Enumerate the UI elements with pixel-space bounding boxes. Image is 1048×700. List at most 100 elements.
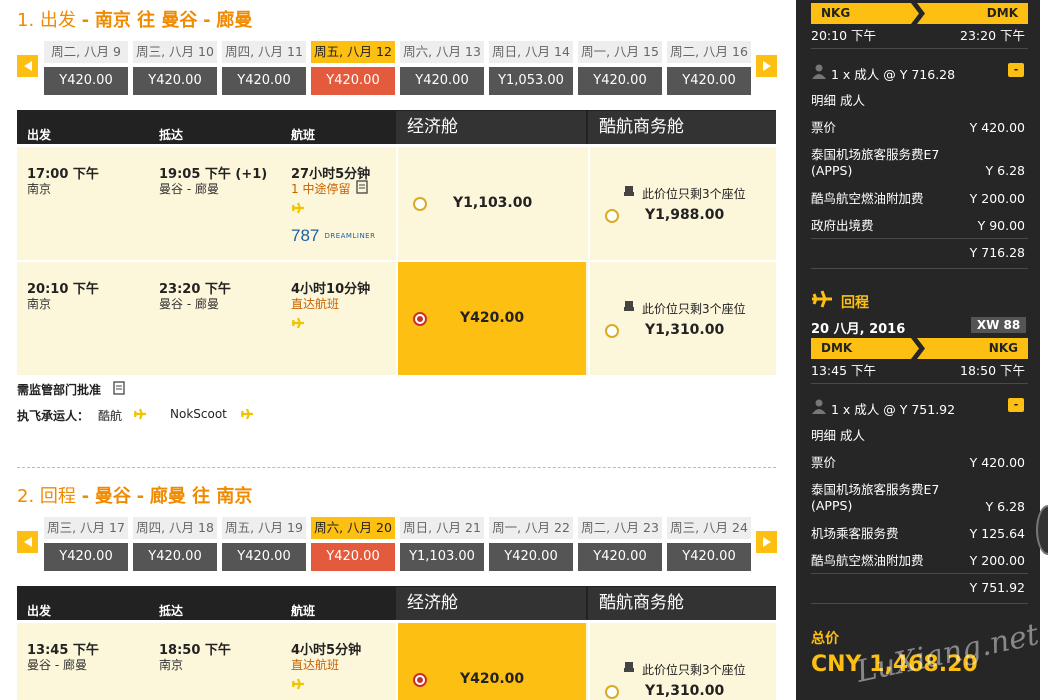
destination-code: NKG xyxy=(988,341,1018,355)
next-dates-button[interactable] xyxy=(756,531,777,553)
seat-icon xyxy=(624,186,634,196)
date-label: 周一, 八月 22 xyxy=(489,517,573,539)
seats-left-note: 此价位只剩3个座位 xyxy=(642,663,746,677)
col-depart: 出发 xyxy=(27,128,52,142)
economy-fare-option[interactable]: Y420.00 xyxy=(396,262,586,375)
departure-time: 13:45 下午 xyxy=(811,363,876,378)
col-arrive: 抵达 xyxy=(159,128,184,142)
date-price: Y420.00 xyxy=(133,543,217,571)
section-divider xyxy=(17,467,776,468)
date-option[interactable]: 周三, 八月 10 Y420.00 xyxy=(133,41,217,95)
economy-fare-option[interactable]: Y420.00 xyxy=(396,623,586,700)
economy-price: Y1,103.00 xyxy=(453,195,533,211)
plane-icon xyxy=(133,408,146,420)
divider xyxy=(811,48,1028,49)
passenger-summary: 1 x 成人 @ Y 751.92 xyxy=(831,402,956,417)
date-option-selected[interactable]: 周五, 八月 12 Y420.00 xyxy=(311,41,395,95)
business-fare-option[interactable]: 此价位只剩3个座位 Y1,310.00 xyxy=(588,262,776,375)
return-date-strip: 周三, 八月 17 Y420.00 周四, 八月 18 Y420.00 周五, 八月 1… xyxy=(44,517,751,571)
prev-dates-button[interactable] xyxy=(17,531,38,553)
business-price: Y1,310.00 xyxy=(645,322,725,338)
business-fare-option[interactable]: 此价位只剩3个座位 Y1,988.00 xyxy=(588,147,776,260)
date-option[interactable]: 周一, 八月 15 Y420.00 xyxy=(578,41,662,95)
subtotal: Y 751.92 xyxy=(969,580,1025,595)
carrier-nokscoot: NokScoot xyxy=(170,407,227,421)
plane-icon xyxy=(240,408,253,420)
return-title: 2. 回程 - 曼谷 - 廊曼 往 南京 xyxy=(17,486,253,507)
direct-flight-label: 直达航班 xyxy=(291,297,340,311)
divider xyxy=(811,383,1028,384)
destination-code: DMK xyxy=(986,6,1018,20)
date-price: Y420.00 xyxy=(578,543,662,571)
total-price: CNY 1,468.20 xyxy=(811,652,978,677)
business-radio[interactable] xyxy=(605,324,619,338)
collapse-toggle[interactable]: - xyxy=(1008,398,1024,412)
chevron-right-icon xyxy=(762,537,771,547)
date-option[interactable]: 周四, 八月 18 Y420.00 xyxy=(133,517,217,571)
dreamliner-logo: 787 DREAMLINER xyxy=(291,226,376,245)
fee-value: Y 6.28 xyxy=(985,499,1025,514)
date-option-selected[interactable]: 周六, 八月 20 Y420.00 xyxy=(311,517,395,571)
stops-link[interactable]: 1 中途停留 xyxy=(291,180,350,197)
business-fare-option[interactable]: 此价位只剩3个座位 Y1,310.00 xyxy=(588,623,776,700)
fee-value: Y 420.00 xyxy=(969,120,1025,135)
arrival-city: 曼谷 - 廊曼 xyxy=(159,182,219,196)
flight-row: 20:10 下午 南京 23:20 下午 曼谷 - 廊曼 4小时10分钟 直达航… xyxy=(17,262,776,375)
business-price: Y1,310.00 xyxy=(645,683,725,699)
date-option[interactable]: 周五, 八月 19 Y420.00 xyxy=(222,517,306,571)
date-label: 周三, 八月 10 xyxy=(133,41,217,63)
flight-row: 13:45 下午 曼谷 - 廊曼 18:50 下午 南京 4小时5分钟 直达航班… xyxy=(17,623,776,700)
approval-note: 需监管部门批准 xyxy=(17,383,102,397)
date-option[interactable]: 周六, 八月 13 Y420.00 xyxy=(400,41,484,95)
date-price: Y420.00 xyxy=(311,67,395,95)
seat-icon xyxy=(624,662,634,672)
economy-radio-selected[interactable] xyxy=(413,673,427,687)
date-option[interactable]: 周三, 八月 17 Y420.00 xyxy=(44,517,128,571)
detail-label: 明细 成人 xyxy=(811,428,865,443)
fee-value: Y 200.00 xyxy=(969,191,1025,206)
outbound-date-strip: 周二, 八月 9 Y420.00 周三, 八月 10 Y420.00 周四, 八月 11… xyxy=(44,41,751,95)
detail-label: 明细 成人 xyxy=(811,93,865,108)
fee-label: 票价 xyxy=(811,120,837,135)
economy-price: Y420.00 xyxy=(460,671,525,687)
plane-icon xyxy=(291,202,304,214)
col-business: 酷航商务舱 xyxy=(588,587,776,620)
prev-dates-button[interactable] xyxy=(17,55,38,77)
economy-radio-selected[interactable] xyxy=(413,312,427,326)
flight-row: 17:00 下午 南京 19:05 下午 (+1) 曼谷 - 廊曼 27小时5分… xyxy=(17,147,776,260)
date-price: Y420.00 xyxy=(222,543,306,571)
fee-value: Y 420.00 xyxy=(969,455,1025,470)
economy-radio[interactable] xyxy=(413,197,427,211)
return-route-bar: DMK NKG xyxy=(811,338,1028,359)
business-radio[interactable] xyxy=(605,685,619,699)
date-label: 周二, 八月 9 xyxy=(44,41,128,63)
date-option[interactable]: 周二, 八月 16 Y420.00 xyxy=(667,41,751,95)
document-icon[interactable] xyxy=(113,381,125,395)
date-option[interactable]: 周日, 八月 21 Y1,103.00 xyxy=(400,517,484,571)
collapse-toggle[interactable]: - xyxy=(1008,63,1024,77)
date-label: 周三, 八月 17 xyxy=(44,517,128,539)
date-option[interactable]: 周四, 八月 11 Y420.00 xyxy=(222,41,306,95)
date-price: Y1,053.00 xyxy=(489,67,573,95)
carrier-label: 执飞承运人： xyxy=(17,409,90,423)
date-option[interactable]: 周日, 八月 14 Y1,053.00 xyxy=(489,41,573,95)
divider xyxy=(811,603,1028,604)
date-option[interactable]: 周三, 八月 24 Y420.00 xyxy=(667,517,751,571)
origin-code: DMK xyxy=(821,341,853,355)
economy-fare-option[interactable]: Y1,103.00 xyxy=(396,147,586,260)
date-option[interactable]: 周二, 八月 23 Y420.00 xyxy=(578,517,662,571)
seats-left-note: 此价位只剩3个座位 xyxy=(642,302,746,316)
date-option[interactable]: 周一, 八月 22 Y420.00 xyxy=(489,517,573,571)
date-price: Y420.00 xyxy=(489,543,573,571)
fee-label: 酷鸟航空燃油附加费 xyxy=(811,191,924,206)
business-price: Y1,988.00 xyxy=(645,207,725,223)
date-option[interactable]: 周二, 八月 9 Y420.00 xyxy=(44,41,128,95)
col-flight: 航班 xyxy=(291,604,316,618)
booking-page: 1. 出发 - 南京 往 曼谷 - 廊曼 周二, 八月 9 Y420.00 周三, … xyxy=(0,0,1048,700)
date-label: 周五, 八月 19 xyxy=(222,517,306,539)
flight-number-badge: XW 88 xyxy=(971,317,1026,333)
origin-code: NKG xyxy=(821,6,851,20)
next-dates-button[interactable] xyxy=(756,55,777,77)
document-icon[interactable] xyxy=(355,180,369,194)
business-radio[interactable] xyxy=(605,209,619,223)
